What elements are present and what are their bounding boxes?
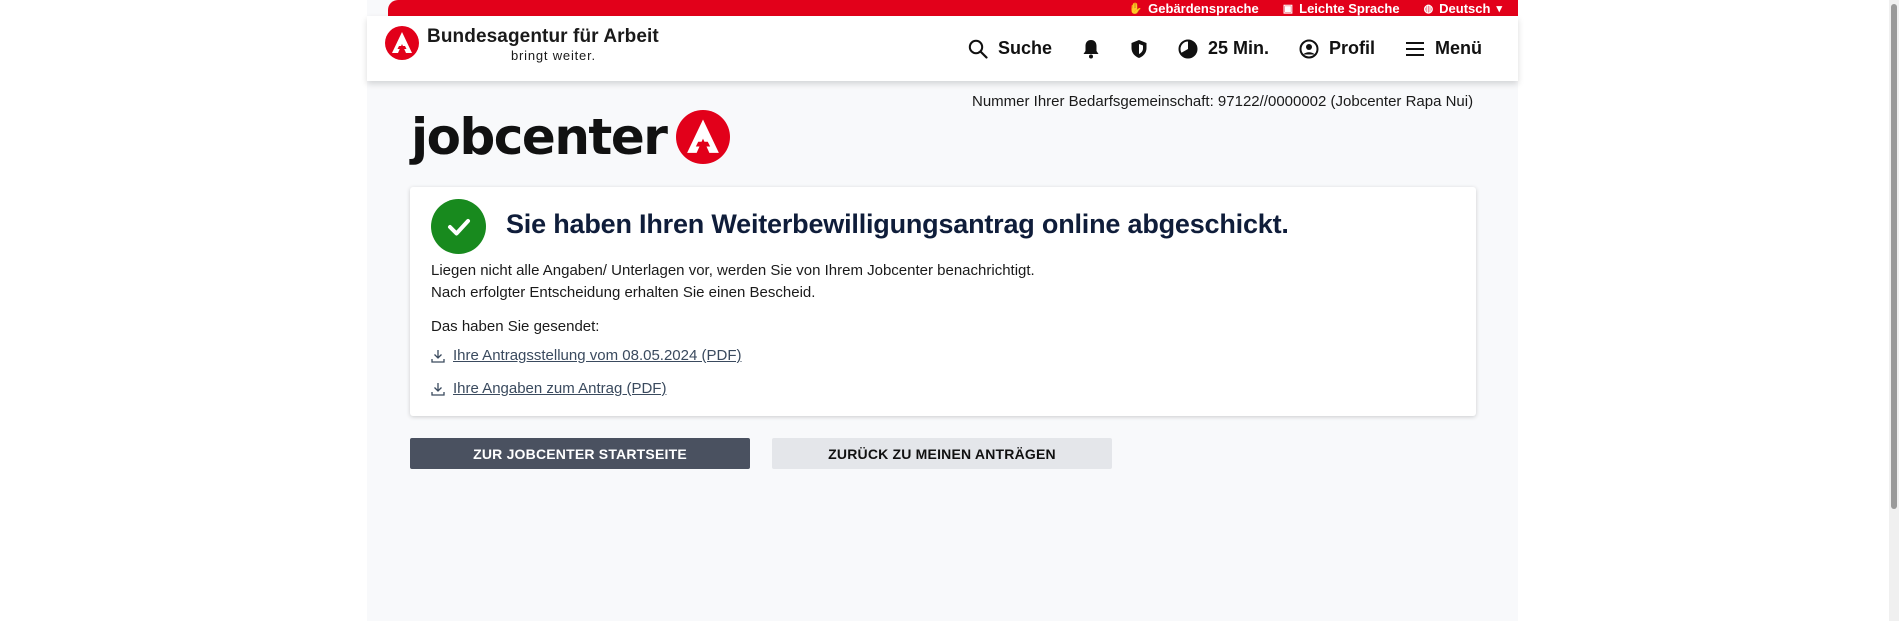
globe-icon: ◍	[1423, 2, 1434, 15]
success-check-icon	[431, 199, 486, 254]
jobcenter-ba-icon	[676, 110, 731, 164]
sign-language-label: Gebärdensprache	[1148, 0, 1259, 16]
hand-icon: ✋	[1128, 2, 1143, 15]
confirmation-card: Sie haben Ihren Weiterbewilligungsantrag…	[410, 187, 1476, 416]
download-link-label: Ihre Angaben zum Antrag (PDF)	[453, 380, 667, 397]
user-icon	[1299, 39, 1319, 58]
scrollbar-thumb[interactable]	[1891, 4, 1897, 509]
confirmation-line-1: Liegen nicht alle Angaben/ Unterlagen vo…	[431, 262, 1035, 279]
caret-down-icon: ▾	[1496, 2, 1502, 15]
search-button[interactable]: Suche	[968, 38, 1052, 59]
language-label: Deutsch	[1439, 0, 1491, 16]
org-name: Bundesagentur für Arbeit	[427, 26, 659, 47]
utility-bar: ✋ Gebärdensprache ▣ Leichte Sprache ◍ De…	[388, 0, 1518, 16]
download-link-antragsstellung[interactable]: Ihre Antragsstellung vom 08.05.2024 (PDF…	[431, 347, 742, 364]
sign-language-link[interactable]: ✋ Gebärdensprache	[1128, 1, 1258, 16]
header-nav: Suche 25 Min. Profil Menü	[968, 16, 1482, 81]
jobcenter-logo: jobcenter	[411, 108, 731, 166]
confirmation-title: Sie haben Ihren Weiterbewilligungsantrag…	[506, 209, 1289, 239]
menu-button[interactable]: Menü	[1405, 38, 1482, 59]
back-to-applications-button[interactable]: ZURÜCK ZU MEINEN ANTRÄGEN	[772, 438, 1112, 469]
session-timer[interactable]: 25 Min.	[1178, 38, 1269, 59]
easy-language-icon: ▣	[1282, 2, 1294, 15]
ba-logo-icon	[385, 26, 419, 60]
easy-language-label: Leichte Sprache	[1299, 0, 1400, 16]
download-link-label: Ihre Antragsstellung vom 08.05.2024 (PDF…	[453, 347, 742, 364]
confirmation-line-2: Nach erfolgter Entscheidung erhalten Sie…	[431, 284, 816, 301]
jobcenter-home-button[interactable]: ZUR JOBCENTER STARTSEITE	[410, 438, 750, 469]
menu-label: Menü	[1435, 38, 1482, 58]
profile-label: Profil	[1328, 38, 1375, 58]
privacy-button[interactable]	[1130, 39, 1148, 59]
ba-logo-link[interactable]: Bundesagentur für Arbeit bringt weiter.	[385, 26, 659, 63]
language-selector[interactable]: ◍ Deutsch ▾	[1424, 1, 1502, 16]
jobcenter-logo-text: jobcenter	[411, 108, 668, 166]
site-header: Bundesagentur für Arbeit bringt weiter. …	[367, 16, 1518, 81]
page-scrollbar[interactable]	[1889, 0, 1899, 621]
confirmation-text: Liegen nicht alle Angaben/ Unterlagen vo…	[431, 260, 1035, 304]
download-icon	[431, 349, 445, 363]
profile-button[interactable]: Profil	[1299, 38, 1375, 59]
easy-language-link[interactable]: ▣ Leichte Sprache	[1283, 1, 1400, 16]
shield-icon	[1131, 39, 1147, 58]
org-tagline: bringt weiter.	[511, 48, 596, 63]
bell-icon	[1083, 39, 1099, 58]
search-icon	[968, 39, 988, 59]
sent-label: Das haben Sie gesendet:	[431, 318, 600, 335]
download-link-angaben[interactable]: Ihre Angaben zum Antrag (PDF)	[431, 380, 666, 397]
notifications-button[interactable]	[1082, 39, 1100, 59]
bedarfsgemeinschaft-number: Nummer Ihrer Bedarfsgemeinschaft: 97122/…	[972, 93, 1474, 110]
timer-icon	[1178, 39, 1198, 58]
timer-label: 25 Min.	[1207, 38, 1269, 58]
search-label: Suche	[997, 38, 1052, 58]
hamburger-icon	[1406, 41, 1424, 56]
download-icon	[431, 382, 445, 396]
